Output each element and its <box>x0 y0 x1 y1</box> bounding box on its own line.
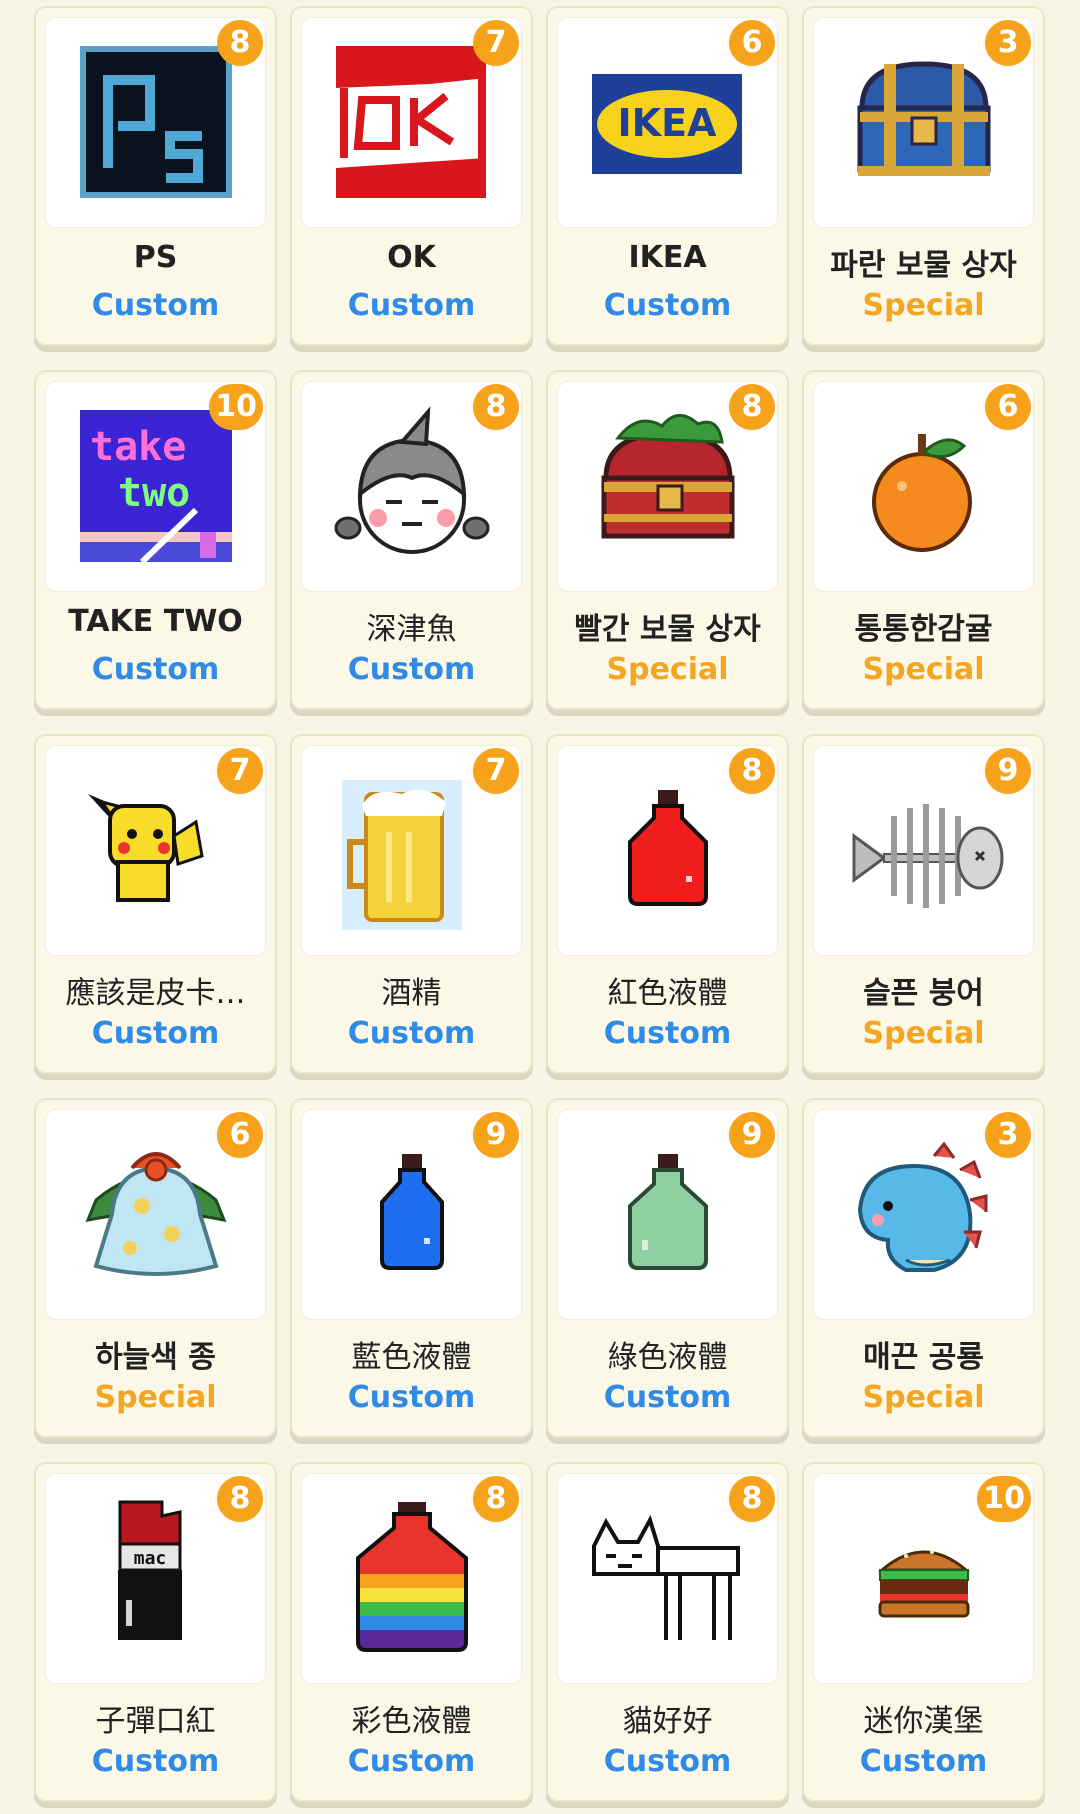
item-name: 貓好好 <box>622 1704 713 1739</box>
count-badge: 10 <box>209 384 263 430</box>
item-card[interactable]: 9 藍色液體 Custom <box>290 1098 533 1438</box>
item-name: OK <box>387 240 436 275</box>
count-badge: 9 <box>985 748 1031 794</box>
item-name: 매끈 공룡 <box>863 1340 984 1375</box>
count-badge: 8 <box>473 1476 519 1522</box>
item-card[interactable]: 8 深津魚 Custom <box>290 370 533 710</box>
item-name: 深津魚 <box>366 612 457 647</box>
item-card[interactable]: 8 紅色液體 Custom <box>546 734 789 1074</box>
item-category: Special <box>862 1380 985 1415</box>
count-badge: 7 <box>473 748 519 794</box>
item-card[interactable]: 10 迷你漢堡 Custom <box>802 1462 1045 1802</box>
item-card[interactable]: 7 應該是皮卡… Custom <box>34 734 277 1074</box>
item-card[interactable]: take two 10 TAKE TWO Custom <box>34 370 277 710</box>
count-badge: 8 <box>217 20 263 66</box>
item-category: Custom <box>347 1744 476 1779</box>
item-card[interactable]: 3 파란 보물 상자 Special <box>802 6 1045 346</box>
item-category: Custom <box>347 1016 476 1051</box>
item-category: Custom <box>603 1016 732 1051</box>
count-badge: 6 <box>729 20 775 66</box>
item-name: IKEA <box>628 240 707 275</box>
item-card[interactable]: 8 貓好好 Custom <box>546 1462 789 1802</box>
item-name: 빨간 보물 상자 <box>574 612 761 647</box>
item-category: Custom <box>347 288 476 323</box>
item-category: Custom <box>603 288 732 323</box>
item-card[interactable]: 7 OK Custom <box>290 6 533 346</box>
count-badge: 6 <box>217 1112 263 1158</box>
item-category: Special <box>862 652 985 687</box>
item-category: Custom <box>347 652 476 687</box>
item-category: Custom <box>91 1016 220 1051</box>
item-category: Special <box>862 1016 985 1051</box>
count-badge: 3 <box>985 1112 1031 1158</box>
item-name: 파란 보물 상자 <box>830 248 1017 283</box>
count-badge: 7 <box>473 20 519 66</box>
item-card[interactable]: 9 슬픈 붕어 Special <box>802 734 1045 1074</box>
count-badge: 3 <box>985 20 1031 66</box>
svg-text:two: two <box>118 470 190 516</box>
item-name: TAKE TWO <box>68 604 243 639</box>
item-card[interactable]: 9 綠色液體 Custom <box>546 1098 789 1438</box>
item-category: Custom <box>603 1380 732 1415</box>
item-name: 子彈口紅 <box>95 1704 216 1739</box>
count-badge: 8 <box>729 748 775 794</box>
item-name: 迷你漢堡 <box>863 1704 984 1739</box>
count-badge: 10 <box>977 1476 1031 1522</box>
item-category: Custom <box>603 1744 732 1779</box>
item-category: Custom <box>859 1744 988 1779</box>
item-card[interactable]: 8 PS Custom <box>34 6 277 346</box>
item-category: Custom <box>91 288 220 323</box>
item-card[interactable]: 8 빨간 보물 상자 Special <box>546 370 789 710</box>
item-name: 藍色液體 <box>351 1340 472 1375</box>
count-badge: 6 <box>985 384 1031 430</box>
svg-text:take: take <box>90 424 186 470</box>
item-name: 綠色液體 <box>607 1340 728 1375</box>
count-badge: 8 <box>473 384 519 430</box>
count-badge: 9 <box>473 1112 519 1158</box>
item-card[interactable]: IKEA 6 IKEA Custom <box>546 6 789 346</box>
item-card[interactable]: 6 통통한감귤 Special <box>802 370 1045 710</box>
item-name: 슬픈 붕어 <box>863 976 984 1011</box>
item-card[interactable]: 3 매끈 공룡 Special <box>802 1098 1045 1438</box>
item-category: Special <box>606 652 729 687</box>
item-name: 應該是皮卡… <box>65 976 246 1011</box>
item-name: 紅色液體 <box>607 976 728 1011</box>
svg-text:IKEA: IKEA <box>618 101 718 145</box>
item-name: 통통한감귤 <box>854 612 993 647</box>
svg-text:mac: mac <box>134 1548 167 1569</box>
item-category: Custom <box>91 652 220 687</box>
item-category: Custom <box>347 1380 476 1415</box>
item-name: 酒精 <box>381 976 442 1011</box>
count-badge: 8 <box>217 1476 263 1522</box>
count-badge: 7 <box>217 748 263 794</box>
item-name: PS <box>133 240 178 275</box>
item-card[interactable]: mac 8 子彈口紅 Custom <box>34 1462 277 1802</box>
count-badge: 8 <box>729 384 775 430</box>
item-card[interactable]: 8 彩色液體 Custom <box>290 1462 533 1802</box>
item-name: 彩色液體 <box>351 1704 472 1739</box>
item-category: Special <box>862 288 985 323</box>
item-card[interactable]: 6 하늘색 종 Special <box>34 1098 277 1438</box>
item-name: 하늘색 종 <box>95 1340 216 1375</box>
item-category: Special <box>94 1380 217 1415</box>
item-grid: 8 PS Custom 7 OK Custom IKEA 6 IKEA Custom 3 파란 … <box>34 6 1046 1814</box>
count-badge: 8 <box>729 1476 775 1522</box>
count-badge: 9 <box>729 1112 775 1158</box>
item-card[interactable]: 7 酒精 Custom <box>290 734 533 1074</box>
item-category: Custom <box>91 1744 220 1779</box>
